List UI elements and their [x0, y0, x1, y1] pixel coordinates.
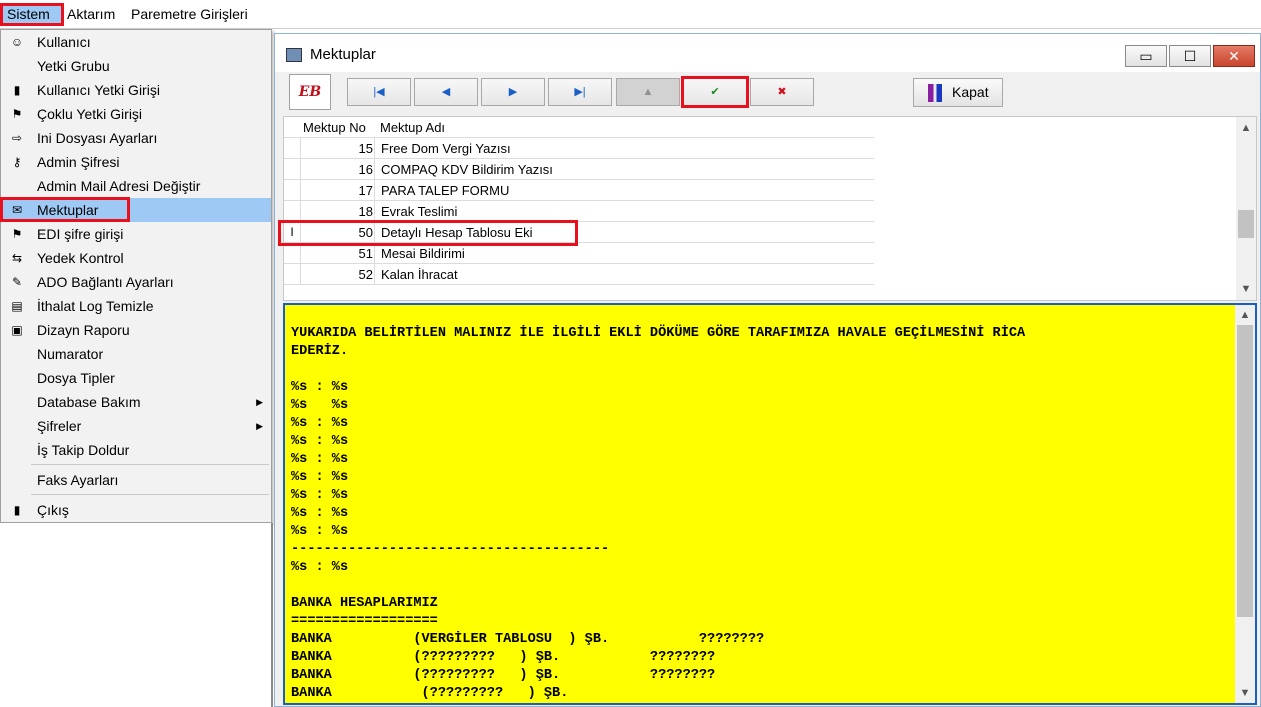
next-record-button[interactable]: ▶: [481, 78, 545, 106]
row-cursor-indicator: I: [284, 222, 301, 243]
table-row[interactable]: 52 Kalan İhracat: [284, 264, 874, 285]
menu-item-dizayn-raporu[interactable]: ▣ Dizayn Raporu: [1, 318, 271, 342]
last-record-button[interactable]: ▶|: [548, 78, 612, 106]
table-row[interactable]: 17 PARA TALEP FORMU: [284, 180, 874, 201]
kapat-button[interactable]: Kapat: [913, 78, 1003, 107]
eb-logo-button[interactable]: EB: [289, 74, 331, 110]
letter-content-text[interactable]: YUKARIDA BELİRTİLEN MALINIZ İLE İLGİLİ E…: [291, 325, 1231, 703]
door-exit-icon: [928, 84, 942, 102]
multi-permission-icon: ⚑: [11, 107, 23, 121]
table-row-selected[interactable]: I 50 Detaylı Hesap Tablosu Eki: [284, 222, 874, 243]
mektup-grid[interactable]: Mektup No Mektup Adı 15 Free Dom Vergi Ya…: [283, 116, 1257, 301]
menu-separator: [31, 464, 269, 465]
ini-file-icon: ⇨: [11, 131, 23, 145]
menu-item-yedek-kontrol[interactable]: ⇆ Yedek Kontrol: [1, 246, 271, 270]
menu-item-coklu-yetki-girisi[interactable]: ⚑ Çoklu Yetki Girişi: [1, 102, 271, 126]
menu-item-dosya-tipler[interactable]: Dosya Tipler: [1, 366, 271, 390]
grid-header: Mektup No Mektup Adı: [284, 117, 874, 138]
user-permission-icon: ▮: [13, 83, 21, 97]
column-header-no[interactable]: Mektup No: [303, 120, 366, 135]
grid-body: Mektup No Mektup Adı 15 Free Dom Vergi Ya…: [284, 117, 874, 302]
table-row[interactable]: 16 COMPAQ KDV Bildirim Yazısı: [284, 159, 874, 180]
menu-item-ini-dosyasi-ayarlari[interactable]: ⇨ Ini Dosyası Ayarları: [1, 126, 271, 150]
window-title: Mektuplar: [310, 46, 376, 63]
menu-item-is-takip-doldur[interactable]: İş Takip Doldur: [1, 438, 271, 462]
menu-item-ithalat-log[interactable]: ▤ İthalat Log Temizle: [1, 294, 271, 318]
first-record-button[interactable]: |◀: [347, 78, 411, 106]
window-app-icon: [286, 48, 302, 62]
menu-item-faks-ayarlari[interactable]: Faks Ayarları: [1, 468, 271, 492]
window-titlebar[interactable]: Mektuplar ▭ ☐ ✕: [275, 34, 1260, 72]
scroll-down-icon[interactable]: ▼: [1235, 684, 1255, 702]
backup-icon: ⇆: [11, 251, 23, 265]
menu-aktarim[interactable]: Aktarım: [62, 3, 120, 26]
submenu-arrow-icon: ▶: [256, 397, 263, 407]
menu-sistem[interactable]: Sistem: [0, 3, 64, 26]
edit-record-button[interactable]: ▲: [616, 78, 680, 106]
table-row[interactable]: 51 Mesai Bildirimi: [284, 243, 874, 264]
maximize-button[interactable]: ☐: [1169, 45, 1211, 67]
letter-content-memo[interactable]: YUKARIDA BELİRTİLEN MALINIZ İLE İLGİLİ E…: [283, 303, 1257, 705]
prior-record-button[interactable]: ◀: [414, 78, 478, 106]
menu-item-edi-sifre-girisi[interactable]: ⚑ EDI şifre girişi: [1, 222, 271, 246]
connection-icon: ✎: [11, 275, 23, 289]
exit-icon: ▮: [13, 503, 21, 517]
log-clean-icon: ▤: [11, 299, 23, 313]
sistem-dropdown-menu: ☺ Kullanıcı Yetki Grubu ▮ Kullanıcı Yetki …: [0, 29, 272, 523]
memo-scroll-thumb[interactable]: [1237, 325, 1253, 617]
menu-separator: [31, 494, 269, 495]
minimize-button[interactable]: ▭: [1125, 45, 1167, 67]
user-icon: ☺: [10, 35, 24, 49]
menu-item-kullanici-yetki-girisi[interactable]: ▮ Kullanıcı Yetki Girişi: [1, 78, 271, 102]
grid-scroll-thumb[interactable]: [1238, 210, 1254, 238]
letter-icon: ✉: [11, 203, 23, 217]
toolbar: EB |◀ ◀ ▶ ▶| ▲ ✔ ✖ Kapat: [275, 72, 1260, 116]
menu-item-yetki-grubu[interactable]: Yetki Grubu: [1, 54, 271, 78]
menu-bar: Sistem Aktarım Paremetre Girişleri: [0, 0, 1261, 29]
key-icon: ⚷: [12, 155, 22, 169]
table-row[interactable]: 15 Free Dom Vergi Yazısı: [284, 138, 874, 159]
report-icon: ▣: [11, 323, 23, 337]
menu-item-numarator[interactable]: Numarator: [1, 342, 271, 366]
menu-item-admin-sifresi[interactable]: ⚷ Admin Şifresi: [1, 150, 271, 174]
menu-item-mektuplar[interactable]: ✉ Mektuplar: [1, 198, 271, 222]
mdi-left-area: [0, 523, 273, 707]
cancel-record-button[interactable]: ✖: [750, 78, 814, 106]
scroll-up-icon[interactable]: ▲: [1235, 306, 1255, 324]
post-record-button[interactable]: ✔: [683, 78, 747, 106]
menu-item-database-bakim[interactable]: Database Bakım ▶: [1, 390, 271, 414]
menu-parametre-girisleri[interactable]: Paremetre Girişleri: [126, 3, 253, 26]
submenu-arrow-icon: ▶: [256, 421, 263, 431]
close-window-button[interactable]: ✕: [1213, 45, 1255, 67]
scroll-up-icon[interactable]: ▲: [1236, 119, 1256, 137]
menu-item-ado-baglanti[interactable]: ✎ ADO Bağlantı Ayarları: [1, 270, 271, 294]
grid-scrollbar[interactable]: ▲ ▼: [1236, 117, 1256, 300]
column-header-name[interactable]: Mektup Adı: [380, 120, 445, 135]
menu-item-kullanici[interactable]: ☺ Kullanıcı: [1, 30, 271, 54]
menu-item-sifreler[interactable]: Şifreler ▶: [1, 414, 271, 438]
mektuplar-window: Mektuplar ▭ ☐ ✕ EB |◀ ◀ ▶ ▶| ▲ ✔ ✖ Kapat…: [274, 33, 1261, 707]
scroll-down-icon[interactable]: ▼: [1236, 280, 1256, 298]
memo-scrollbar[interactable]: ▲ ▼: [1235, 305, 1255, 703]
menu-item-admin-mail[interactable]: Admin Mail Adresi Değiştir: [1, 174, 271, 198]
edi-key-icon: ⚑: [11, 227, 23, 241]
menu-item-cikis[interactable]: ▮ Çıkış: [1, 498, 271, 522]
table-row[interactable]: 18 Evrak Teslimi: [284, 201, 874, 222]
